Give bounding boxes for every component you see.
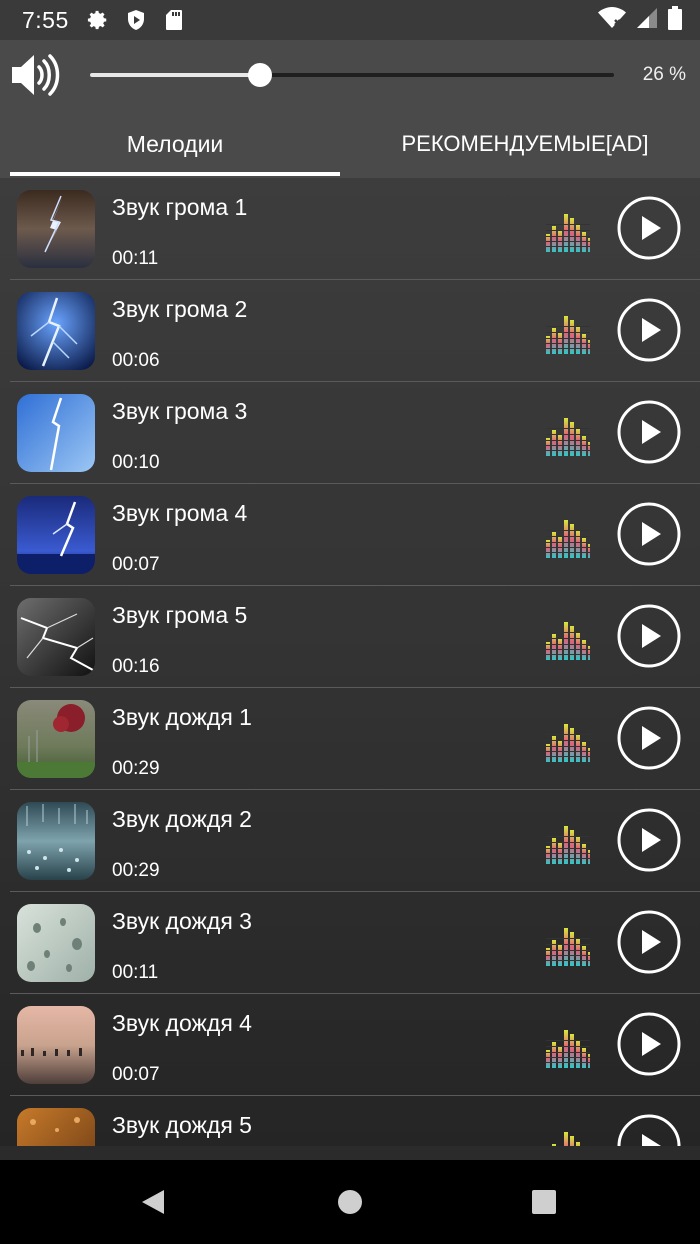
item-title: Звук дождя 3	[112, 908, 252, 934]
play-button[interactable]	[616, 297, 682, 363]
play-button[interactable]	[616, 501, 682, 567]
thunder-thumbnail	[17, 292, 95, 370]
equalizer-icon	[546, 616, 590, 660]
item-duration: 00:29	[112, 860, 160, 881]
list-item[interactable]: Звук дождя 5	[10, 1096, 700, 1146]
recents-icon[interactable]	[528, 1186, 560, 1218]
equalizer-icon	[546, 1126, 590, 1146]
play-button[interactable]	[616, 705, 682, 771]
status-bar: 7:55	[0, 0, 700, 40]
item-duration: 00:07	[112, 554, 160, 575]
item-duration: 00:29	[112, 758, 160, 779]
battery-icon	[668, 5, 682, 35]
item-duration: 00:16	[112, 656, 160, 677]
home-icon[interactable]	[334, 1186, 366, 1218]
item-title: Звук грома 4	[112, 500, 248, 526]
rain-thumbnail	[17, 1108, 95, 1146]
rain-thumbnail	[17, 700, 95, 778]
list-item[interactable]: Звук грома 5 00:16	[10, 586, 700, 688]
rain-thumbnail	[17, 1006, 95, 1084]
speaker-icon[interactable]	[10, 52, 62, 98]
item-title: Звук дождя 1	[112, 704, 252, 730]
item-title: Звук грома 3	[112, 398, 248, 424]
item-title: Звук грома 2	[112, 296, 248, 322]
tab-indicator	[10, 172, 340, 176]
item-duration: 00:07	[112, 1064, 160, 1085]
item-duration: 00:11	[112, 248, 159, 269]
play-button[interactable]	[616, 1011, 682, 1077]
rain-thumbnail	[17, 802, 95, 880]
list-item[interactable]: Звук грома 4 00:07	[10, 484, 700, 586]
item-duration: 00:10	[112, 452, 160, 473]
equalizer-icon	[546, 310, 590, 354]
gear-icon	[85, 7, 111, 33]
tab-melodies[interactable]: Мелодии	[10, 110, 340, 178]
sd-card-icon	[161, 7, 187, 33]
play-button[interactable]	[616, 909, 682, 975]
item-title: Звук дождя 5	[112, 1112, 252, 1138]
play-button[interactable]	[616, 399, 682, 465]
volume-bar: 26 %	[0, 40, 700, 110]
item-duration: 00:11	[112, 962, 159, 983]
equalizer-icon	[546, 208, 590, 252]
tab-recommended[interactable]: РЕКОМЕНДУЕМЫЕ[AD]	[350, 110, 700, 178]
equalizer-icon	[546, 820, 590, 864]
back-icon[interactable]	[138, 1186, 170, 1218]
item-title: Звук грома 5	[112, 602, 248, 628]
status-time: 7:55	[22, 6, 69, 33]
volume-slider[interactable]	[90, 63, 614, 87]
tab-bar: Мелодии РЕКОМЕНДУЕМЫЕ[AD]	[0, 110, 700, 178]
equalizer-icon	[546, 514, 590, 558]
slider-thumb[interactable]	[248, 63, 273, 87]
ringtone-list: Звук грома 1 00:11 Звук грома 2 00:06 Зв…	[0, 178, 700, 1146]
item-duration: 00:06	[112, 350, 160, 371]
thunder-thumbnail	[17, 394, 95, 472]
shield-play-icon	[123, 7, 149, 33]
rain-thumbnail	[17, 904, 95, 982]
equalizer-icon	[546, 718, 590, 762]
thunder-thumbnail	[17, 496, 95, 574]
list-item[interactable]: Звук дождя 4 00:07	[10, 994, 700, 1096]
item-title: Звук грома 1	[112, 194, 248, 220]
list-item[interactable]: Звук грома 1 00:11	[10, 178, 700, 280]
volume-percent: 26 %	[642, 64, 686, 85]
item-title: Звук дождя 4	[112, 1010, 252, 1036]
play-button[interactable]	[616, 603, 682, 669]
wifi-icon	[598, 6, 626, 34]
list-item[interactable]: Звук дождя 3 00:11	[10, 892, 700, 994]
thunder-thumbnail	[17, 190, 95, 268]
list-item[interactable]: Звук грома 2 00:06	[10, 280, 700, 382]
list-item[interactable]: Звук дождя 2 00:29	[10, 790, 700, 892]
play-button[interactable]	[616, 807, 682, 873]
list-item[interactable]: Звук дождя 1 00:29	[10, 688, 700, 790]
slider-fill	[90, 73, 261, 77]
equalizer-icon	[546, 412, 590, 456]
thunder-thumbnail	[17, 598, 95, 676]
signal-icon	[636, 7, 658, 34]
equalizer-icon	[546, 922, 590, 966]
play-button[interactable]	[616, 1113, 682, 1146]
equalizer-icon	[546, 1024, 590, 1068]
item-title: Звук дождя 2	[112, 806, 252, 832]
list-item[interactable]: Звук грома 3 00:10	[10, 382, 700, 484]
navigation-bar	[0, 1160, 700, 1244]
play-button[interactable]	[616, 195, 682, 261]
